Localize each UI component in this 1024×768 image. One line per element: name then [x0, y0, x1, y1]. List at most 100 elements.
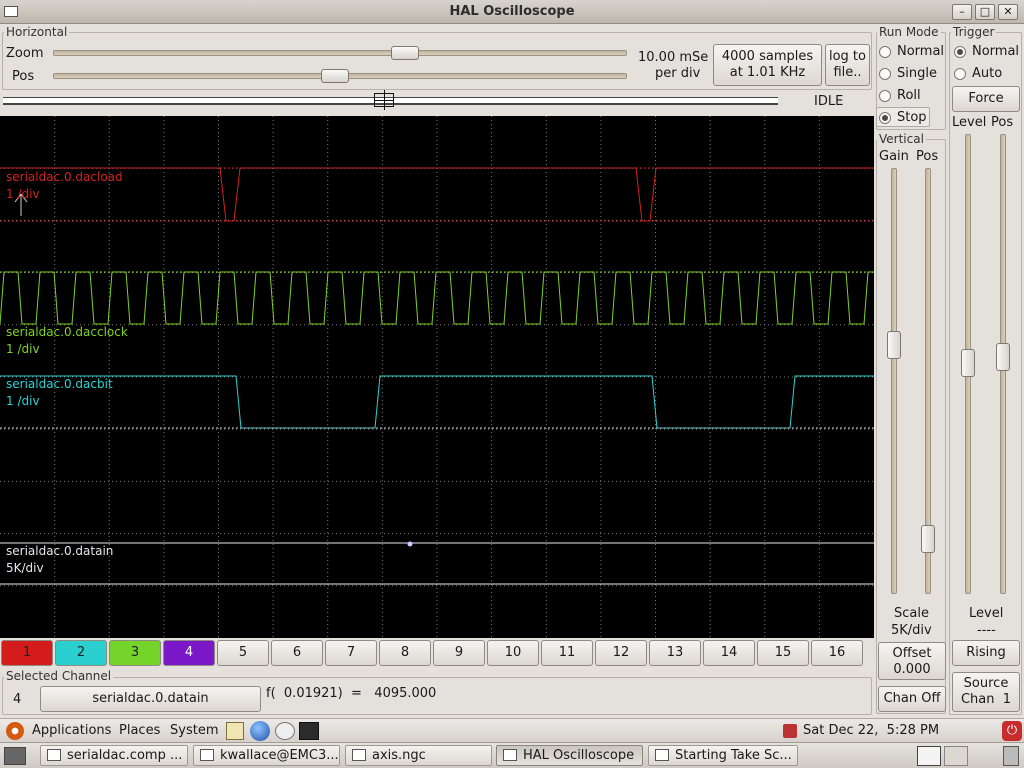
pos-label: Pos: [12, 69, 35, 84]
channel-button-8[interactable]: 8: [379, 640, 431, 666]
trigger-normal-radio[interactable]: [954, 46, 966, 58]
time-scale-unit: per div: [655, 66, 701, 81]
show-desktop-icon[interactable]: [4, 747, 26, 765]
channel-button-13[interactable]: 13: [649, 640, 701, 666]
trigger-edge-button[interactable]: Rising: [952, 640, 1020, 666]
samples-button[interactable]: 4000 samples at 1.01 KHz: [713, 44, 822, 86]
taskbar-item-serialdac-comp[interactable]: serialdac.comp ...: [40, 745, 188, 766]
run-mode-normal-radio[interactable]: [879, 46, 891, 58]
zoom-slider-thumb[interactable]: [391, 46, 419, 60]
trigger-pos-slider[interactable]: [996, 134, 1010, 594]
horizontal-pos-slider-thumb[interactable]: [321, 69, 349, 83]
run-mode-single-radio[interactable]: [879, 68, 891, 80]
scope-state: IDLE: [814, 94, 844, 109]
desktop-panel: Applications Places System Sat Dec 22, 5…: [0, 718, 1024, 742]
channel-button-7[interactable]: 7: [325, 640, 377, 666]
channel-button-4[interactable]: 4: [163, 640, 215, 666]
trigger-auto-radio[interactable]: [954, 68, 966, 80]
minimize-icon[interactable]: –: [952, 4, 972, 20]
menu-places[interactable]: Places: [119, 723, 160, 738]
trigger-source-button[interactable]: Source Chan 1: [952, 672, 1020, 712]
screenshot-window-icon: [655, 749, 669, 761]
channel-button-3[interactable]: 3: [109, 640, 161, 666]
trigger-level-slider-thumb[interactable]: [961, 349, 975, 377]
run-mode-stop-radio[interactable]: [879, 112, 891, 124]
trace-label-dacload: serialdac.0.dacload: [6, 170, 123, 184]
volume-icon[interactable]: [783, 724, 797, 738]
taskbar-item-hal-oscilloscope-label: HAL Oscilloscope: [523, 748, 635, 763]
run-mode-roll-label[interactable]: Roll: [897, 88, 921, 103]
workspace-switcher-empty[interactable]: [944, 746, 968, 766]
trigger-pos-slider-thumb[interactable]: [996, 343, 1010, 371]
trace-scale-dacbit: 1 /div: [6, 394, 40, 408]
selected-channel-label: Selected Channel: [4, 669, 114, 683]
mail-launcher-icon[interactable]: [275, 722, 295, 740]
trigger-level-label: Level: [952, 115, 987, 130]
trigger-auto-label[interactable]: Auto: [972, 66, 1002, 81]
selected-channel-number: 4: [13, 692, 22, 707]
vertical-gain-slider-thumb[interactable]: [887, 331, 901, 359]
selected-signal-button[interactable]: serialdac.0.datain: [40, 686, 261, 712]
maximize-icon[interactable]: □: [975, 4, 995, 20]
chan-off-button[interactable]: Chan Off: [878, 686, 946, 712]
trigger-pos-label: Pos: [991, 115, 1014, 130]
taskbar-item-terminal[interactable]: kwallace@EMC3...: [193, 745, 340, 766]
zoom-slider[interactable]: [53, 46, 627, 60]
vertical-gain-slider[interactable]: [887, 168, 901, 594]
cursor-readout: f( 0.01921) = 4095.000: [266, 686, 437, 701]
channel-button-14[interactable]: 14: [703, 640, 755, 666]
trash-icon[interactable]: [1003, 746, 1019, 766]
window-titlebar[interactable]: HAL Oscilloscope – □ ✕: [0, 0, 1024, 24]
vertical-pos-slider-thumb[interactable]: [921, 525, 935, 553]
channel-button-15[interactable]: 15: [757, 640, 809, 666]
channel-button-9[interactable]: 9: [433, 640, 485, 666]
taskbar-item-axis-label: axis.ngc: [372, 748, 426, 763]
scope-display[interactable]: serialdac.0.dacload 1 /div serialdac.0.d…: [0, 116, 900, 638]
record-window-marker[interactable]: [374, 90, 394, 110]
force-trigger-button[interactable]: Force: [952, 86, 1020, 112]
channel-button-2[interactable]: 2: [55, 640, 107, 666]
log-to-file-line1: log to: [828, 49, 866, 64]
taskbar-item-screenshot[interactable]: Starting Take Sc...: [648, 745, 798, 766]
trigger-level-slider[interactable]: [961, 134, 975, 594]
close-icon[interactable]: ✕: [998, 4, 1018, 20]
offset-button[interactable]: Offset 0.000: [878, 642, 946, 680]
channel-button-6[interactable]: 6: [271, 640, 323, 666]
terminal-launcher-icon[interactable]: [299, 722, 319, 740]
trace-label-dacbit: serialdac.0.dacbit: [6, 377, 113, 391]
run-mode-roll-radio[interactable]: [879, 90, 891, 102]
channel-button-11[interactable]: 11: [541, 640, 593, 666]
samples-count: 4000 samples: [721, 49, 814, 64]
trigger-source-value: Chan 1: [960, 692, 1012, 707]
channel-button-1[interactable]: 1: [1, 640, 53, 666]
trigger-normal-label[interactable]: Normal: [972, 44, 1019, 59]
taskbar-item-axis[interactable]: axis.ngc: [345, 745, 492, 766]
menu-applications[interactable]: Applications: [32, 723, 111, 738]
run-mode-stop-label[interactable]: Stop: [897, 110, 927, 125]
channel-button-16[interactable]: 16: [811, 640, 863, 666]
text-editor-launcher-icon[interactable]: [226, 722, 244, 740]
clock[interactable]: Sat Dec 22, 5:28 PM: [803, 723, 939, 738]
vertical-pos-slider[interactable]: [921, 168, 935, 594]
trigger-label: Trigger: [951, 25, 997, 39]
sample-rate: at 1.01 KHz: [729, 65, 806, 80]
channel-button-10[interactable]: 10: [487, 640, 539, 666]
channel-button-12[interactable]: 12: [595, 640, 647, 666]
workspace-switcher-icon[interactable]: [917, 746, 941, 766]
taskbar-item-hal-oscilloscope[interactable]: HAL Oscilloscope: [496, 745, 643, 766]
waveform-dacload: [0, 167, 874, 222]
log-to-file-button[interactable]: log to file..: [825, 44, 870, 86]
vertical-gain-label: Gain: [879, 149, 909, 164]
ubuntu-logo-icon[interactable]: [6, 722, 24, 740]
run-mode-label: Run Mode: [877, 25, 941, 39]
menu-system[interactable]: System: [170, 723, 218, 738]
cursor-marker[interactable]: [407, 541, 413, 547]
run-mode-normal-label[interactable]: Normal: [897, 44, 944, 59]
horizontal-pos-slider[interactable]: [53, 69, 627, 83]
channel-button-5[interactable]: 5: [217, 640, 269, 666]
run-mode-single-label[interactable]: Single: [897, 66, 937, 81]
power-icon[interactable]: ⏻: [1002, 721, 1022, 741]
web-browser-launcher-icon[interactable]: [250, 721, 270, 741]
offset-title: Offset: [892, 646, 932, 661]
offset-value: 0.000: [893, 662, 931, 677]
